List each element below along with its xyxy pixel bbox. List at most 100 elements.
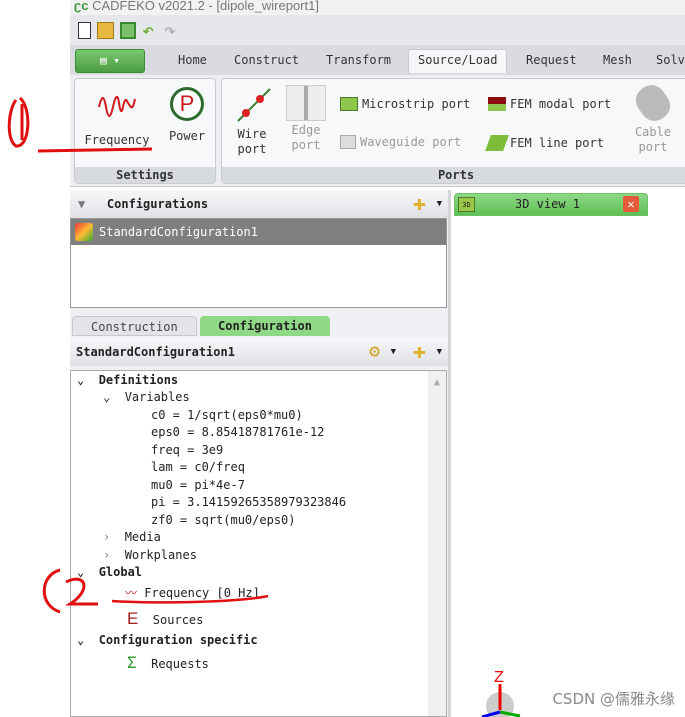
save-icon[interactable] (120, 21, 136, 39)
wire-port-label-2: port (237, 142, 267, 156)
settings-group-label: Settings (75, 167, 215, 183)
fem-modal-port-icon (488, 97, 506, 111)
add-configuration-icon[interactable]: ✚ (413, 190, 426, 218)
watermark: CSDN @儒雅永缘 (552, 690, 675, 708)
ribbon-tabs: ▤ ▾ Home Construct Transform Source/Load… (70, 45, 685, 75)
tree-workplanes[interactable]: › Workplanes (103, 547, 197, 564)
fem-modal-port-label: FEM modal port (510, 97, 612, 111)
wire-port-icon (237, 88, 271, 122)
tree-label: Frequency [0 Hz] (144, 586, 260, 600)
window-title-bar: ʗc CADFEKO v2021.2 - [dipole_wireport1] (70, 0, 685, 15)
variable-item[interactable]: pi = 3.14159265358979323846 (151, 494, 346, 511)
chevron-down-icon[interactable]: ⌄ (77, 373, 84, 387)
tree-label: Media (124, 530, 161, 544)
wire-port-button[interactable]: Wire port (228, 85, 276, 157)
chevron-right-icon[interactable]: › (103, 548, 110, 562)
frequency-button[interactable]: Frequency (81, 87, 153, 148)
chevron-down-icon[interactable]: ⌄ (103, 390, 110, 404)
tab-mesh[interactable]: Mesh (603, 53, 632, 67)
tree-sources[interactable]: E Sources (127, 610, 203, 629)
3d-view-area[interactable] (448, 190, 685, 717)
collapse-icon[interactable]: ▼ (78, 197, 85, 211)
configuration-tree: ⌄ Definitions ⌄ Variables c0 = 1/sqrt(ep… (70, 370, 447, 717)
frequency-wave-icon (98, 96, 136, 117)
frequency-label: Frequency (84, 133, 150, 147)
tree-global[interactable]: ⌄ Global (77, 564, 142, 581)
power-icon: P (170, 87, 204, 121)
tab-configuration[interactable]: Configuration (200, 316, 330, 336)
variable-item[interactable]: freq = 3e9 (151, 442, 223, 459)
tree-frequency[interactable]: 〰 Frequency [0 Hz] (125, 585, 260, 602)
ports-group: Wire port Edge port Microstrip port Wavegu… (221, 78, 685, 184)
application-menu-button[interactable]: ▤ ▾ (75, 49, 145, 73)
open-file-icon[interactable] (97, 21, 114, 39)
edge-port-icon (286, 85, 326, 121)
tab-source-load[interactable]: Source/Load (408, 49, 508, 73)
tab-solve[interactable]: Solv (656, 53, 685, 67)
tree-configuration-specific[interactable]: ⌄ Configuration specific (77, 632, 258, 649)
variable-item[interactable]: zf0 = sqrt(mu0/eps0) (151, 512, 296, 529)
tab-transform[interactable]: Transform (326, 53, 391, 67)
cable-port-button[interactable]: Cable port (628, 79, 678, 155)
configurations-list: StandardConfiguration1 (70, 218, 447, 308)
configurations-title: Configurations (106, 197, 209, 211)
tree-label: Sources (152, 613, 204, 627)
variable-item[interactable]: mu0 = pi*4e-7 (151, 477, 245, 494)
chevron-right-icon[interactable]: › (103, 530, 110, 544)
sigma-icon: Σ (127, 653, 137, 672)
3d-cube-icon: 3D (458, 197, 475, 212)
power-button[interactable]: P Power (163, 87, 211, 144)
edge-port-label-2: port (291, 138, 321, 152)
annotation-circle-1 (7, 96, 30, 148)
add-icon[interactable]: ✚ (413, 338, 426, 366)
new-file-icon[interactable] (78, 21, 91, 39)
edge-port-button[interactable]: Edge port (282, 85, 330, 153)
waveguide-port-label: Waveguide port (360, 135, 462, 149)
scroll-up-icon[interactable]: ▲ (428, 377, 446, 388)
fem-line-port-button[interactable]: FEM line port (485, 135, 604, 151)
tab-home[interactable]: Home (178, 53, 207, 67)
cable-port-label-1: Cable (634, 125, 672, 139)
tree-label: Definitions (98, 373, 179, 387)
left-panel: ▼ Configurations ✚ ▼ StandardConfiguratio… (70, 190, 448, 717)
tree-variables[interactable]: ⌄ Variables (103, 389, 190, 406)
tab-construct[interactable]: Construct (234, 53, 299, 67)
cable-port-label-2: port (638, 140, 668, 154)
variable-item[interactable]: c0 = 1/sqrt(eps0*mu0) (151, 407, 303, 424)
variable-item[interactable]: lam = c0/freq (151, 459, 245, 476)
fem-line-port-label: FEM line port (510, 136, 604, 150)
tab-construction[interactable]: Construction (72, 316, 197, 336)
tab-request[interactable]: Request (526, 53, 577, 67)
settings-group: Frequency P Power Settings (74, 78, 216, 184)
chevron-down-icon[interactable]: ⌄ (77, 633, 84, 647)
power-label: Power (168, 129, 206, 143)
undo-icon[interactable]: ↶ (142, 20, 158, 40)
microstrip-port-icon (340, 97, 358, 111)
variable-item[interactable]: eps0 = 8.85418781761e-12 (151, 424, 324, 441)
redo-icon[interactable]: ↷ (164, 20, 180, 40)
tree-label: Variables (124, 390, 190, 404)
cable-port-icon (630, 79, 676, 127)
chevron-down-icon[interactable]: ⌄ (77, 565, 84, 579)
configuration-header-title: StandardConfiguration1 (76, 345, 235, 359)
tab-3d-view[interactable]: 3D 3D view 1 ✕ (454, 193, 648, 216)
scrollbar[interactable]: ▲ (428, 371, 446, 716)
list-item[interactable]: StandardConfiguration1 (71, 219, 446, 245)
dropdown-icon[interactable]: ▼ (437, 190, 442, 218)
tree-label: Requests (151, 657, 209, 671)
tree-media[interactable]: › Media (103, 529, 161, 546)
fem-line-port-icon (485, 135, 509, 151)
ports-group-label: Ports (222, 167, 685, 183)
tree-requests[interactable]: Σ Requests (127, 654, 209, 673)
microstrip-port-button[interactable]: Microstrip port (340, 97, 470, 111)
tree-label: Workplanes (124, 548, 197, 562)
waveguide-port-button[interactable]: Waveguide port (340, 135, 461, 149)
fem-modal-port-button[interactable]: FEM modal port (488, 97, 611, 111)
dropdown-icon[interactable]: ▼ (437, 338, 442, 366)
edge-port-label-1: Edge (291, 123, 321, 137)
tree-definitions[interactable]: ⌄ Definitions (77, 372, 178, 389)
gear-icon[interactable]: ⚙ (369, 338, 380, 366)
sources-icon: E (127, 609, 139, 628)
dropdown-icon[interactable]: ▼ (391, 338, 396, 366)
close-icon[interactable]: ✕ (623, 196, 639, 212)
